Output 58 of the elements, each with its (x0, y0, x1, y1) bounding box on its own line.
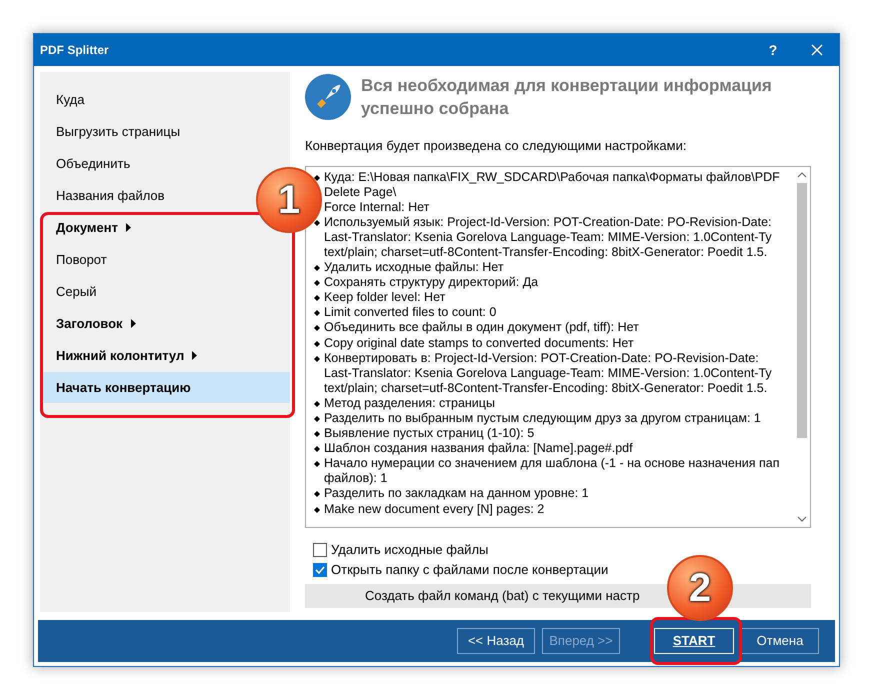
caret-icon (192, 351, 198, 360)
settings-item: Конвертировать в: Project-Id-Version: POT-Creation-Date: PO-Revision-Date: Last-Translator: Ksenia Gorelova Language-Team: MIME-Version: 1.0Content-Ty text/plain; charset=utf-8Content-Transfer-Encoding: 8bitX-Generator: Poedit 1.5. (314, 350, 793, 396)
settings-item: Шаблон создания названия файла: [Name].page#.pdf (314, 441, 793, 456)
checkbox-label: Удалить исходные файлы (331, 540, 488, 559)
scrollbar-thumb[interactable] (796, 182, 806, 438)
settings-item: Разделить по закладкам на данном уровне: 1 (314, 486, 793, 502)
bullet-icon (314, 506, 320, 513)
settings-item: Сохранять структуру директорий: Да (314, 275, 793, 290)
checkbox[interactable] (313, 542, 327, 556)
intro-text: Конвертация будет произведена со следующими настройками: (305, 137, 688, 155)
settings-item: Limit converted files to count: 0 (314, 305, 793, 320)
settings-item: Удалить исходные файлы: Нет (314, 260, 793, 276)
sidebar-item[interactable]: Серый (56, 284, 96, 300)
sidebar-item[interactable]: Нижний колонтитул (56, 348, 184, 364)
sidebar-item[interactable]: Поворот (56, 252, 107, 268)
bullet-icon (314, 461, 320, 468)
settings-item: Copy original date stamps to converted documents: Нет (314, 336, 793, 351)
bullet-icon (314, 416, 320, 422)
bullet-icon (314, 340, 320, 347)
sidebar-item[interactable]: Заголовок (56, 316, 123, 332)
sidebar-item[interactable]: Куда (56, 92, 84, 108)
help-button[interactable]: ? (751, 34, 795, 66)
checkbox[interactable] (313, 562, 327, 576)
bullet-icon (314, 295, 320, 302)
sidebar-item[interactable]: Названия файлов (56, 188, 165, 204)
close-icon (811, 44, 823, 56)
sidebar-item[interactable]: Выгрузить страницы (56, 124, 180, 140)
settings-item: Выявление пустых страниц (1-10): 5 (314, 426, 793, 442)
settings-item: Make new document every [N] pages: 2 (314, 502, 793, 517)
bullet-icon (314, 400, 320, 407)
settings-item: Метод разделения: страницы (314, 396, 793, 411)
check-icon (315, 564, 325, 574)
bullet-icon (314, 174, 320, 180)
checkbox-label: Открыть папку с файлами после конвертации (331, 560, 608, 579)
bullet-icon (314, 325, 320, 332)
sidebar-item[interactable]: Начать конвертацию (40, 372, 290, 403)
settings-item: Keep folder level: Нет (314, 290, 793, 306)
footer-button[interactable]: START (654, 628, 734, 654)
settings-item: Разделить по выбранным пустым следующим друз за другом страницам: 1 (314, 411, 793, 426)
footer-button[interactable]: Отмена (741, 628, 819, 654)
bullet-icon (314, 446, 320, 452)
bullet-icon (314, 431, 320, 438)
caret-icon (126, 223, 131, 232)
caret-icon (130, 319, 136, 328)
window-title: PDF Splitter (40, 42, 109, 59)
bullet-icon (314, 280, 320, 286)
header-title: Вся необходимая для конвертации информация успешно собрана (361, 75, 773, 120)
settings-item: Начало нумерации со значением для шаблона (-1 - на основе назначения пап файлов): 1 (314, 456, 793, 486)
bullet-icon (314, 265, 320, 272)
sidebar-item[interactable]: Объединить (56, 156, 130, 172)
bullet-icon (314, 310, 320, 316)
bullet-icon (314, 220, 320, 226)
bullet-icon (314, 491, 320, 498)
bullet-icon (314, 356, 320, 362)
settings-item: Объединить все файлы в один документ (pdf, tiff): Нет (314, 320, 793, 336)
footer-button[interactable]: << Назад (457, 628, 535, 654)
rocket-icon (305, 74, 351, 120)
sidebar-item[interactable]: Документ (56, 220, 118, 236)
